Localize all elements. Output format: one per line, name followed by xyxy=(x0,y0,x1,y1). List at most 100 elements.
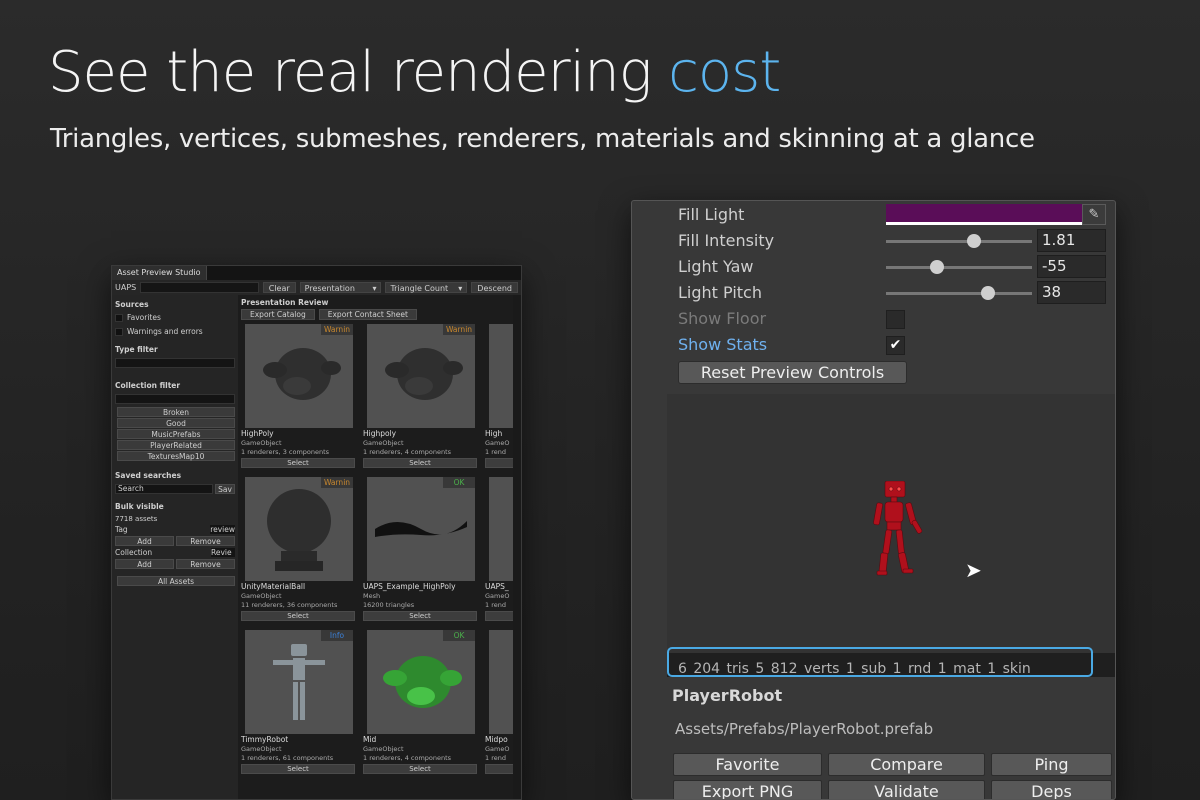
export-contact-sheet-button[interactable]: Export Contact Sheet xyxy=(318,309,417,320)
slider-knob[interactable] xyxy=(981,286,996,300)
show-floor-checkbox[interactable] xyxy=(886,310,905,329)
mode-dropdown[interactable]: Presentation ▾ xyxy=(299,282,382,293)
checkmark-icon: ✔ xyxy=(889,337,902,353)
fill-intensity-slider[interactable] xyxy=(886,234,1032,248)
light-yaw-slider[interactable] xyxy=(886,260,1032,274)
tag-remove-button[interactable]: Remove xyxy=(176,536,235,546)
asset-info: 16200 triangles xyxy=(363,601,415,609)
asset-card[interactable]: OK UAPS_Example_HighPoly Mesh 16200 triangl… xyxy=(363,477,477,625)
tag-row: Tag review xyxy=(115,525,235,534)
collection-remove-button[interactable]: Remove xyxy=(176,559,235,569)
asset-info: 1 renderers, 4 components xyxy=(363,754,452,762)
preview-viewport[interactable]: ➤ xyxy=(667,394,1115,677)
status-badge: Warnin xyxy=(443,324,475,335)
window-tab[interactable]: Asset Preview Studio xyxy=(112,266,207,280)
dropdown-arrow-icon: ▾ xyxy=(458,284,463,293)
collection-button[interactable]: TexturesMap10 xyxy=(117,451,235,461)
eyedropper-icon[interactable]: ✎ xyxy=(1082,204,1106,225)
hero-subtitle: Triangles, vertices, submeshes, renderer… xyxy=(50,124,1035,154)
asset-card[interactable]: Info TimmyRobot GameObject 1 renderers, 61 … xyxy=(241,630,355,778)
asset-card[interactable]: Warnin UnityMaterialBall GameObject 11 rend… xyxy=(241,477,355,625)
status-badge: Info xyxy=(321,630,353,641)
sort-dropdown[interactable]: Triangle Count ▾ xyxy=(385,282,468,293)
tag-input[interactable]: review xyxy=(210,525,235,534)
show-floor-label: Show Floor xyxy=(678,309,767,328)
bulk-visible-heading: Bulk visible xyxy=(115,502,164,511)
asset-thumbnail[interactable]: Warnin xyxy=(245,324,353,428)
asset-card[interactable]: MidpoGameO1 rendSelect xyxy=(485,630,521,778)
asset-info: 1 renderers, 4 components xyxy=(363,448,452,456)
asset-thumbnail[interactable]: OK xyxy=(367,477,475,581)
warnings-label: Warnings and errors xyxy=(127,327,203,336)
asset-card[interactable]: HighGameO1 rendSelect xyxy=(485,324,521,472)
monkey-head-icon xyxy=(367,348,475,428)
tag-actions: Add Remove xyxy=(115,536,235,546)
select-button[interactable]: Select xyxy=(241,764,355,774)
saved-search-input[interactable]: Search xyxy=(115,484,213,494)
collection-button[interactable]: MusicPrefabs xyxy=(117,429,235,439)
favorite-button[interactable]: Favorite xyxy=(673,753,822,776)
collection-filter-input[interactable] xyxy=(115,394,235,404)
collection-button[interactable]: Good xyxy=(117,418,235,428)
robot-model-icon xyxy=(873,481,923,576)
collection-button[interactable]: PlayerRelated xyxy=(117,440,235,450)
show-stats-checkbox[interactable]: ✔ xyxy=(886,336,905,355)
select-button[interactable]: Select xyxy=(241,611,355,621)
asset-thumbnail[interactable]: OK xyxy=(367,630,475,734)
light-pitch-slider[interactable] xyxy=(886,286,1032,300)
asset-name: PlayerRobot xyxy=(672,686,783,705)
reset-preview-controls-button[interactable]: Reset Preview Controls xyxy=(678,361,907,384)
slider-knob[interactable] xyxy=(966,234,981,248)
asset-name: UnityMaterialBall xyxy=(241,582,306,591)
green-monkey-icon xyxy=(367,656,475,734)
ping-button[interactable]: Ping xyxy=(991,753,1112,776)
light-pitch-field[interactable]: 38 xyxy=(1037,281,1106,304)
asset-thumbnail[interactable]: Warnin xyxy=(245,477,353,581)
select-button[interactable]: Select xyxy=(363,458,477,468)
asset-cards: Warnin HighPoly GameObject 1 renderers, 3 c… xyxy=(241,324,521,778)
asset-card[interactable]: Warnin HighPoly GameObject 1 renderers, 3 c… xyxy=(241,324,355,472)
tag-add-button[interactable]: Add xyxy=(115,536,174,546)
deps-button[interactable]: Deps xyxy=(991,780,1112,799)
select-button[interactable]: Select xyxy=(363,611,477,621)
asset-thumbnail[interactable]: Info xyxy=(245,630,353,734)
hero-title: See the real rendering cost xyxy=(48,40,781,105)
asset-browser-window: Asset Preview Studio UAPS Clear Presenta… xyxy=(111,265,522,800)
scrollbar[interactable] xyxy=(513,295,521,799)
asset-card[interactable]: Warnin Highpoly GameObject 1 renderers, 4 c… xyxy=(363,324,477,472)
hero-title-accent: cost xyxy=(668,40,781,105)
asset-card[interactable]: UAPS_GameO1 rendSelect xyxy=(485,477,521,625)
validate-button[interactable]: Validate xyxy=(828,780,985,799)
asset-type: GameObject xyxy=(241,592,282,600)
all-assets-button[interactable]: All Assets xyxy=(117,576,235,586)
export-catalog-button[interactable]: Export Catalog xyxy=(241,309,315,320)
select-button[interactable]: Select xyxy=(363,764,477,774)
compare-button[interactable]: Compare xyxy=(828,753,985,776)
select-button[interactable]: Select xyxy=(241,458,355,468)
asset-info: 1 renderers, 3 components xyxy=(241,448,330,456)
favorites-toggle[interactable]: Favorites xyxy=(115,313,235,322)
fill-intensity-label: Fill Intensity xyxy=(678,231,775,250)
toolbar-search-input[interactable] xyxy=(140,282,259,293)
slider-knob[interactable] xyxy=(930,260,945,274)
toolbar: UAPS Clear Presentation ▾ Triangle Count ▾… xyxy=(112,280,521,295)
fill-intensity-field[interactable]: 1.81 xyxy=(1037,229,1106,252)
clear-button[interactable]: Clear xyxy=(262,282,296,293)
type-filter-input[interactable] xyxy=(115,358,235,368)
collection-input[interactable]: Revie xyxy=(211,548,235,557)
collection-button[interactable]: Broken xyxy=(117,407,235,417)
order-dropdown[interactable]: Descend xyxy=(471,282,518,293)
checkbox[interactable] xyxy=(115,313,123,322)
checkbox[interactable] xyxy=(115,327,123,336)
sources-heading: Sources xyxy=(115,300,149,309)
asset-thumbnail[interactable]: Warnin xyxy=(367,324,475,428)
asset-card[interactable]: OK Mid GameObject 1 renderers, 4 components… xyxy=(363,630,477,778)
export-png-button[interactable]: Export PNG xyxy=(673,780,822,799)
fill-light-color-swatch[interactable] xyxy=(886,204,1082,225)
warnings-toggle[interactable]: Warnings and errors xyxy=(115,327,235,336)
asset-path: Assets/Prefabs/PlayerRobot.prefab xyxy=(675,720,934,738)
light-yaw-field[interactable]: -55 xyxy=(1037,255,1106,278)
collection-add-button[interactable]: Add xyxy=(115,559,174,569)
asset-info: 11 renderers, 36 components xyxy=(241,601,338,609)
save-search-button[interactable]: Sav xyxy=(215,484,235,494)
